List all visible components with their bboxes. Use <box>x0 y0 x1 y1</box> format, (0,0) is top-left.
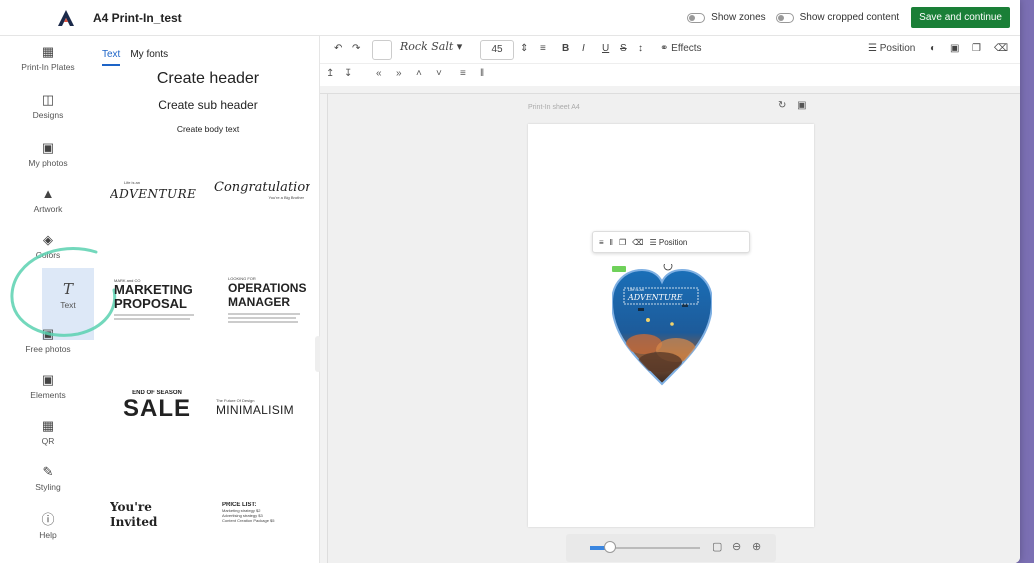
show-cropped-toggle[interactable] <box>775 12 794 23</box>
text-panel: Text My fonts Create header Create sub h… <box>96 36 321 563</box>
canvas-workspace: Print-In sheet A4 ↻ ▣ ≡ ‖ ❐ ⌫ ☰ Position <box>328 94 1020 563</box>
redo-icon[interactable]: ↷ <box>352 43 360 54</box>
vertical-ruler <box>320 94 328 563</box>
font-family-select[interactable]: Rock Salt ▾ <box>400 40 462 60</box>
line-spacing-icon[interactable]: ↕ <box>638 43 643 54</box>
artwork-icon: ▲ <box>41 186 55 201</box>
plates-icon: ▦ <box>41 44 55 59</box>
position-button[interactable]: ☰ Position <box>868 43 915 54</box>
elements-icon: ▣ <box>41 372 55 387</box>
text-icon: T <box>62 280 73 298</box>
arrange-toolbar: ↥ ↧ « » ˄ ˅ ≡ ‖ <box>320 64 1020 86</box>
download-icon[interactable]: ↧ <box>344 68 352 79</box>
colors-icon: ◈ <box>43 232 53 247</box>
duplicate-icon[interactable]: ❐ <box>972 43 981 54</box>
template-minimalism[interactable]: The Future Of Design MINIMALISIM <box>216 398 312 468</box>
nav-designs[interactable]: ◫ Designs <box>0 92 96 120</box>
move-down-icon[interactable]: ˅ <box>436 68 442 79</box>
free-photos-icon: ▣ <box>41 326 55 341</box>
text-color-swatch[interactable] <box>372 40 392 60</box>
float-position-button[interactable]: ☰ Position <box>649 238 687 247</box>
tab-my-fonts[interactable]: My fonts <box>130 49 168 66</box>
template-sale[interactable]: END OF SEASON SALE <box>122 390 192 460</box>
align-middle-icon[interactable]: ‖ <box>480 68 484 79</box>
zoom-slider-handle[interactable] <box>604 541 616 553</box>
help-icon: ⓘ <box>41 512 55 527</box>
align-center-icon[interactable]: ≡ <box>460 68 466 79</box>
bring-to-front-icon[interactable]: » <box>396 68 402 79</box>
undo-icon[interactable]: ↶ <box>334 43 342 54</box>
nav-my-photos[interactable]: ▣ My photos <box>0 140 96 168</box>
text-toolbar: ↶ ↷ Rock Salt ▾ 45 ⇕ ≡ B I U S ↕ ⚭ Effec… <box>320 36 1020 64</box>
create-sub-header-button[interactable]: Create sub header <box>96 98 320 112</box>
fit-screen-icon[interactable]: ▢ <box>712 540 722 553</box>
zoom-out-icon[interactable]: ⊖ <box>732 540 741 553</box>
bold-icon[interactable]: B <box>562 43 569 54</box>
heart-small-text: Life is an <box>628 287 644 292</box>
template-congratulations[interactable]: Congratulations! You're a Big Brother <box>214 180 310 250</box>
nav-print-in-plates[interactable]: ▦ Print-In Plates <box>0 44 96 72</box>
align-icon[interactable]: ≡ <box>540 43 546 54</box>
left-nav-rail: ▦ Print-In Plates ◫ Designs ▣ My photos … <box>0 36 96 563</box>
float-delete-icon[interactable]: ⌫ <box>632 238 643 247</box>
send-to-back-icon[interactable]: « <box>376 68 382 79</box>
upload-icon[interactable]: ↥ <box>326 68 334 79</box>
float-middle-icon[interactable]: ‖ <box>610 238 613 247</box>
move-up-icon[interactable]: ˄ <box>416 68 422 79</box>
nav-styling[interactable]: ✎ Styling <box>0 464 96 492</box>
italic-icon[interactable]: I <box>582 43 585 54</box>
strikethrough-icon[interactable]: S <box>620 43 627 54</box>
object-tag-badge <box>612 266 626 272</box>
create-body-text-button[interactable]: Create body text <box>96 124 320 134</box>
template-adventure[interactable]: Life is an ADVENTURE <box>110 180 206 250</box>
effects-button[interactable]: ⚭ Effects <box>660 43 702 54</box>
document-title[interactable]: A4 Print-In_test <box>93 11 182 25</box>
template-youre-invited[interactable]: You're Invited <box>110 500 206 563</box>
photos-icon: ▣ <box>41 140 55 155</box>
font-size-input[interactable]: 45 <box>480 40 514 60</box>
designs-icon: ◫ <box>41 92 55 107</box>
nav-free-photos[interactable]: ▣ Free photos <box>0 326 96 354</box>
styling-icon: ✎ <box>42 464 54 479</box>
show-zones-label: Show zones <box>711 12 766 23</box>
create-header-button[interactable]: Create header <box>96 70 320 88</box>
template-marketing-proposal[interactable]: MARK and CO MARKETING PROPOSAL <box>114 278 210 348</box>
template-operations-manager[interactable]: LOOKING FOR OPERATIONS MANAGER <box>228 276 324 346</box>
sheet-actions: ↻ ▣ <box>778 100 807 111</box>
float-duplicate-icon[interactable]: ❐ <box>619 238 626 247</box>
nav-elements[interactable]: ▣ Elements <box>0 372 96 400</box>
template-price-list[interactable]: PRICE LIST: Marketing strategy $2 Advert… <box>222 502 318 563</box>
heart-photo-object[interactable]: Life is an ADVENTURE <box>612 264 712 386</box>
save-and-continue-button[interactable]: Save and continue <box>911 7 1010 28</box>
nav-colors[interactable]: ◈ Colors <box>0 232 96 260</box>
qr-icon: ▦ <box>41 418 55 433</box>
nav-help[interactable]: ⓘ Help <box>0 512 96 540</box>
underline-icon[interactable]: U <box>602 43 609 54</box>
nav-artwork[interactable]: ▲ Artwork <box>0 186 96 214</box>
heart-big-text: ADVENTURE <box>627 293 683 302</box>
show-cropped-label: Show cropped content <box>799 12 900 23</box>
nav-qr[interactable]: ▦ QR <box>0 418 96 446</box>
lock-icon[interactable]: ▣ <box>950 43 959 54</box>
sheet-label: Print-In sheet A4 <box>528 104 580 111</box>
size-stepper-icon[interactable]: ⇕ <box>520 43 528 54</box>
float-align-icon[interactable]: ≡ <box>599 238 604 247</box>
opacity-icon[interactable]: ◐ <box>930 43 936 54</box>
show-zones-toggle[interactable] <box>687 12 706 23</box>
save-sheet-icon[interactable]: ▣ <box>797 100 806 111</box>
top-header: A4 Print-In_test Show zones Show cropped… <box>0 0 1020 36</box>
tab-text[interactable]: Text <box>102 49 121 66</box>
rotate-icon[interactable]: ↻ <box>778 100 786 111</box>
zoom-bar: ▢ ⊖ ⊕ <box>566 534 776 562</box>
rotate-handle-icon[interactable] <box>663 264 673 271</box>
app-window: A4 Print-In_test Show zones Show cropped… <box>0 0 1020 563</box>
app-logo-icon[interactable] <box>56 8 76 28</box>
horizontal-ruler <box>320 86 1020 94</box>
floating-object-toolbar: ≡ ‖ ❐ ⌫ ☰ Position <box>592 231 750 253</box>
delete-icon[interactable]: ⌫ <box>994 43 1008 54</box>
zoom-in-icon[interactable]: ⊕ <box>752 540 761 553</box>
